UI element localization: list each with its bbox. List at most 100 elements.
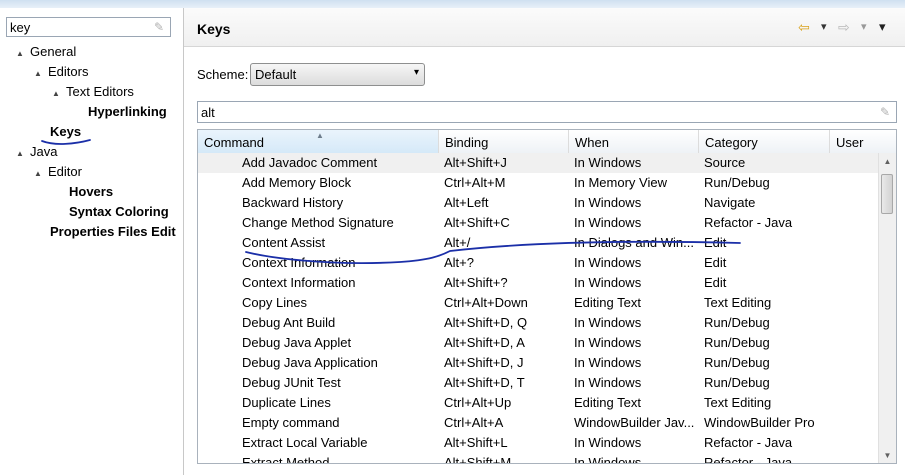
- back-arrow-icon[interactable]: ⇦: [798, 19, 810, 35]
- table-row[interactable]: Backward History Alt+Left In Windows Naviga…: [198, 193, 879, 213]
- cell-command: Debug Ant Build: [242, 315, 336, 330]
- window-top-strip: [0, 0, 905, 8]
- scroll-down-icon[interactable]: ▼: [879, 447, 896, 463]
- tree-item-properties-files-edit[interactable]: Properties Files Edit: [50, 222, 176, 242]
- sort-ascending-icon: ▲: [316, 131, 324, 140]
- column-header-when[interactable]: When: [569, 130, 699, 153]
- forward-arrow-icon[interactable]: ⇨: [838, 19, 850, 35]
- cell-category: Source: [704, 155, 746, 170]
- tree-item-label: Syntax Coloring: [69, 204, 169, 219]
- column-header-binding[interactable]: Binding: [439, 130, 569, 153]
- tree-item-hovers[interactable]: Hovers: [69, 182, 113, 202]
- cell-category: Refactor - Java: [704, 215, 793, 230]
- tree-expand-icon[interactable]: ▲: [34, 164, 48, 184]
- cell-when: Editing Text: [574, 295, 641, 310]
- table-row[interactable]: Debug Java Application Alt+Shift+D, J In W…: [198, 353, 879, 373]
- tree-item-label: Hyperlinking: [88, 104, 167, 119]
- tree-expand-icon[interactable]: ▲: [16, 44, 30, 64]
- cell-when: In Memory View: [574, 175, 667, 190]
- tree-item-general[interactable]: ▲ General: [16, 42, 76, 62]
- cell-category: Refactor - Java: [704, 455, 793, 464]
- cell-when: In Windows: [574, 255, 642, 270]
- cell-binding: Alt+Shift+M: [444, 455, 512, 464]
- tree-expand-icon[interactable]: ▲: [34, 64, 48, 84]
- table-row[interactable]: Context Information Alt+Shift+? In Windows…: [198, 273, 879, 293]
- scheme-select[interactable]: Default ▾: [250, 63, 425, 86]
- table-row[interactable]: Add Memory Block Ctrl+Alt+M In Memory View…: [198, 173, 879, 193]
- table-row[interactable]: Debug Ant Build Alt+Shift+D, Q In Windows R…: [198, 313, 879, 333]
- cell-binding: Alt+Shift+D, Q: [444, 315, 528, 330]
- cell-command: Context Information: [242, 255, 356, 270]
- tree-item-label: Keys: [50, 124, 82, 139]
- cell-command: Extract Method: [242, 455, 330, 464]
- filter-input[interactable]: [7, 18, 150, 36]
- tree-item-label: Java: [30, 144, 58, 159]
- cell-category: Run/Debug: [704, 175, 770, 190]
- column-header-category[interactable]: Category: [699, 130, 830, 153]
- table-row[interactable]: Add Javadoc Comment Alt+Shift+J In Windows…: [198, 153, 879, 173]
- back-dropdown-icon[interactable]: ▾: [821, 19, 827, 35]
- cell-category: Edit: [704, 275, 727, 290]
- cell-binding: Alt+Shift+L: [444, 435, 508, 450]
- preferences-tree-panel: ✎ ▲General▲Editors▲Text Editors Hyperlink…: [0, 8, 184, 475]
- page-title: Keys: [197, 21, 231, 37]
- cell-when: In Windows: [574, 455, 642, 464]
- cell-command: Add Javadoc Comment: [242, 155, 378, 170]
- cell-category: Edit: [704, 255, 727, 270]
- keys-preference-page: Keys ⇦ ▾ ⇨ ▾ ▾ Scheme: Default ▾ ✎ Comma…: [184, 8, 905, 475]
- tree-item-editor[interactable]: ▲ Editor: [34, 162, 82, 182]
- tree-item-keys[interactable]: Keys: [50, 122, 81, 142]
- command-search-field[interactable]: ✎: [197, 101, 897, 123]
- tree-expand-icon[interactable]: ▲: [52, 84, 66, 104]
- table-row[interactable]: Duplicate Lines Ctrl+Alt+Up Editing Text Te…: [198, 393, 879, 413]
- cell-command: Backward History: [242, 195, 344, 210]
- tree-item-label: Properties Files Edit: [50, 224, 176, 239]
- clear-search-icon[interactable]: ✎: [880, 105, 892, 119]
- cell-category: Refactor - Java: [704, 435, 793, 450]
- cell-binding: Alt+/: [444, 235, 471, 250]
- command-search-input[interactable]: [198, 102, 861, 122]
- scroll-up-icon[interactable]: ▲: [879, 153, 896, 170]
- table-row[interactable]: Debug Java Applet Alt+Shift+D, A In Window…: [198, 333, 879, 353]
- tree-item-java[interactable]: ▲ Java: [16, 142, 57, 162]
- table-row[interactable]: Empty command Ctrl+Alt+A WindowBuilder Jav…: [198, 413, 879, 433]
- cell-category: Navigate: [704, 195, 756, 210]
- scrollbar-thumb[interactable]: [881, 174, 893, 214]
- view-menu-icon[interactable]: ▾: [879, 19, 886, 35]
- table-row[interactable]: Change Method Signature Alt+Shift+C In Win…: [198, 213, 879, 233]
- cell-command: Debug Java Applet: [242, 335, 352, 350]
- clear-filter-icon[interactable]: ✎: [154, 20, 166, 34]
- cell-when: Editing Text: [574, 395, 641, 410]
- vertical-scrollbar[interactable]: ▲ ▼: [878, 153, 896, 463]
- cell-category: Text Editing: [704, 395, 772, 410]
- cell-binding: Ctrl+Alt+Down: [444, 295, 528, 310]
- cell-command: Extract Local Variable: [242, 435, 368, 450]
- cell-command: Context Information: [242, 275, 356, 290]
- cell-when: In Windows: [574, 275, 642, 290]
- tree-item-text-editors[interactable]: ▲ Text Editors: [52, 82, 134, 102]
- table-row[interactable]: Context Information Alt+? In Windows Edit: [198, 253, 879, 273]
- table-row[interactable]: Extract Method Alt+Shift+M In Windows Refac…: [198, 453, 879, 464]
- cell-when: In Windows: [574, 355, 642, 370]
- cell-when: In Dialogs and Win...: [574, 235, 694, 250]
- table-header: Command ▲ Binding When Category User: [198, 130, 896, 154]
- filter-field[interactable]: ✎: [6, 17, 171, 37]
- cell-command: Copy Lines: [242, 295, 308, 310]
- cell-when: In Windows: [574, 155, 642, 170]
- column-header-command[interactable]: Command ▲: [198, 130, 439, 153]
- table-row[interactable]: Copy Lines Ctrl+Alt+Down Editing Text Text …: [198, 293, 879, 313]
- keys-table: Command ▲ Binding When Category User Add…: [197, 129, 897, 464]
- tree-item-editors[interactable]: ▲ Editors: [34, 62, 88, 82]
- page-header: Keys ⇦ ▾ ⇨ ▾ ▾: [184, 8, 905, 47]
- column-header-user[interactable]: User: [830, 130, 896, 153]
- scheme-value: Default: [255, 67, 297, 82]
- cell-command: Debug JUnit Test: [242, 375, 341, 390]
- table-row[interactable]: Content Assist Alt+/ In Dialogs and Win...…: [198, 233, 879, 253]
- table-row[interactable]: Debug JUnit Test Alt+Shift+D, T In Windows…: [198, 373, 879, 393]
- tree-item-syntax-coloring[interactable]: Syntax Coloring: [69, 202, 169, 222]
- forward-dropdown-icon[interactable]: ▾: [861, 19, 867, 35]
- tree-item-hyperlinking[interactable]: Hyperlinking: [88, 102, 167, 122]
- table-row[interactable]: Extract Local Variable Alt+Shift+L In Wind…: [198, 433, 879, 453]
- cell-category: Run/Debug: [704, 355, 770, 370]
- tree-expand-icon[interactable]: ▲: [16, 144, 30, 164]
